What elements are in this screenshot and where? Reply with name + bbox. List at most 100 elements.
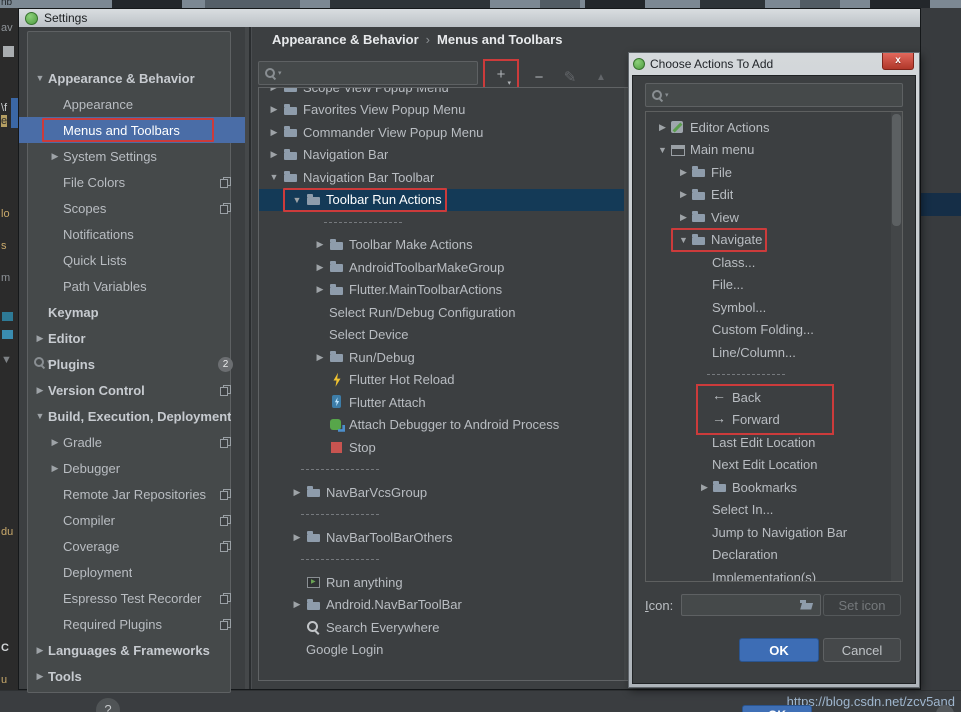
browse-folder-icon[interactable] — [799, 599, 815, 612]
tree-item-edit[interactable]: ▶Edit — [646, 184, 891, 207]
tree-item-last-edit-location[interactable]: Last Edit Location — [646, 431, 891, 454]
tree-item-remote-jar-repositories[interactable]: Remote Jar Repositories — [19, 481, 245, 507]
collapsed-arrow-icon[interactable]: ▶ — [47, 463, 63, 474]
collapsed-arrow-icon[interactable]: ▶ — [311, 284, 329, 295]
tree-item-symbol[interactable]: Symbol... — [646, 296, 891, 319]
expanded-arrow-icon[interactable]: ▼ — [655, 145, 670, 155]
partial-ok-button[interactable]: OK — [742, 705, 812, 712]
tree-item-espresso-test-recorder[interactable]: Espresso Test Recorder — [19, 585, 245, 611]
scrollbar-thumb[interactable] — [892, 114, 901, 226]
tree-item-run-anything[interactable]: Run anything — [259, 571, 624, 594]
collapsed-arrow-icon[interactable]: ▶ — [676, 189, 691, 200]
tree-item-quick-lists[interactable]: Quick Lists — [19, 247, 245, 273]
tree-item-version-control[interactable]: ▶Version Control — [19, 377, 245, 403]
dialog-scrollbar[interactable] — [891, 112, 902, 581]
tree-item-favorites-view-popup-menu[interactable]: ▶Favorites View Popup Menu — [259, 99, 624, 122]
tree-item-run-debug[interactable]: ▶Run/Debug — [259, 346, 624, 369]
collapsed-arrow-icon[interactable]: ▶ — [288, 532, 306, 543]
set-icon-button[interactable]: Set icon — [823, 594, 901, 616]
collapsed-arrow-icon[interactable]: ▶ — [311, 352, 329, 363]
tree-item-flutter-maintoolbaractions[interactable]: ▶Flutter.MainToolbarActions — [259, 279, 624, 302]
collapsed-arrow-icon[interactable]: ▶ — [697, 482, 712, 493]
help-icon[interactable]: ? — [96, 698, 120, 712]
tree-item-scopes[interactable]: Scopes — [19, 195, 245, 221]
expanded-arrow-icon[interactable]: ▼ — [32, 411, 48, 421]
tree-item-navigation-bar-toolbar[interactable]: ▼Navigation Bar Toolbar — [259, 166, 624, 189]
collapsed-arrow-icon[interactable]: ▶ — [311, 239, 329, 250]
collapsed-arrow-icon[interactable]: ▶ — [265, 127, 283, 138]
tree-item-system-settings[interactable]: ▶System Settings — [19, 143, 245, 169]
tree-item-android-navbartoolbar[interactable]: ▶Android.NavBarToolBar — [259, 594, 624, 617]
tree-item-navbarvcsgroup[interactable]: ▶NavBarVcsGroup — [259, 481, 624, 504]
settings-titlebar[interactable]: Settings — [19, 9, 920, 27]
move-up-button[interactable]: ▲ — [590, 66, 612, 88]
tree-item-deployment[interactable]: Deployment — [19, 559, 245, 585]
collapsed-arrow-icon[interactable]: ▶ — [676, 167, 691, 178]
dialog-titlebar[interactable]: Choose Actions To Add — [633, 55, 883, 73]
tree-item-navbartoolbarothers[interactable]: ▶NavBarToolBarOthers — [259, 526, 624, 549]
expanded-arrow-icon[interactable]: ▼ — [288, 195, 306, 205]
collapsed-arrow-icon[interactable]: ▶ — [265, 104, 283, 115]
tree-item-menus-and-toolbars[interactable]: Menus and Toolbars — [19, 117, 245, 143]
cancel-button[interactable]: Cancel — [823, 638, 901, 662]
tree-item-line-column[interactable]: Line/Column... — [646, 341, 891, 364]
collapsed-arrow-icon[interactable]: ▶ — [676, 212, 691, 223]
tree-item-build-execution-deployment[interactable]: ▼Build, Execution, Deployment — [19, 403, 245, 429]
main-search-field[interactable]: ▾ — [258, 61, 478, 85]
tree-item-toolbar-run-actions[interactable]: ▼Toolbar Run Actions — [259, 189, 624, 212]
collapsed-arrow-icon[interactable]: ▶ — [265, 149, 283, 160]
tree-item-attach-debugger-to-android-process[interactable]: Attach Debugger to Android Process — [259, 414, 624, 437]
collapsed-arrow-icon[interactable]: ▶ — [47, 437, 63, 448]
collapsed-arrow-icon[interactable]: ▶ — [32, 385, 48, 396]
expanded-arrow-icon[interactable]: ▼ — [32, 73, 48, 83]
remove-button[interactable]: − — [528, 66, 550, 88]
tree-item-custom-folding[interactable]: Custom Folding... — [646, 319, 891, 342]
collapsed-arrow-icon[interactable]: ▶ — [288, 599, 306, 610]
tree-item-appearance[interactable]: Appearance — [19, 91, 245, 117]
tree-item-androidtoolbarmakegroup[interactable]: ▶AndroidToolbarMakeGroup — [259, 256, 624, 279]
close-button[interactable]: x — [882, 53, 914, 70]
tree-item-commander-view-popup-menu[interactable]: ▶Commander View Popup Menu — [259, 121, 624, 144]
tree-item-google-login[interactable]: Google Login — [259, 639, 624, 662]
tree-item-select-run-debug-configuration[interactable]: Select Run/Debug Configuration — [259, 301, 624, 324]
tree-item-debugger[interactable]: ▶Debugger — [19, 455, 245, 481]
tree-item-editor[interactable]: ▶Editor — [19, 325, 245, 351]
dialog-search-field[interactable]: ▾ — [645, 83, 903, 107]
expanded-arrow-icon[interactable]: ▼ — [265, 172, 283, 182]
tree-item-bookmarks[interactable]: ▶Bookmarks — [646, 476, 891, 499]
tree-item-path-variables[interactable]: Path Variables — [19, 273, 245, 299]
breadcrumb-category[interactable]: Appearance & Behavior — [272, 32, 419, 47]
tree-item-jump-to-navigation-bar[interactable]: Jump to Navigation Bar — [646, 521, 891, 544]
add-button[interactable]: + ▾ — [490, 63, 512, 85]
collapsed-arrow-icon[interactable]: ▶ — [655, 122, 670, 133]
tree-item-select-device[interactable]: Select Device — [259, 324, 624, 347]
icon-path-input[interactable] — [687, 597, 799, 613]
tree-item-view[interactable]: ▶View — [646, 206, 891, 229]
tree-item-editor-actions[interactable]: ▶Editor Actions — [646, 116, 891, 139]
tree-item-file[interactable]: ▶File — [646, 161, 891, 184]
tree-item-declaration[interactable]: Declaration — [646, 544, 891, 567]
main-search-input[interactable] — [282, 65, 472, 81]
tree-item-required-plugins[interactable]: Required Plugins — [19, 611, 245, 637]
expanded-arrow-icon[interactable]: ▼ — [676, 235, 691, 245]
tree-item-stop[interactable]: Stop — [259, 436, 624, 459]
tree-item-tools[interactable]: ▶Tools — [19, 663, 245, 689]
tree-item-notifications[interactable]: Notifications — [19, 221, 245, 247]
tree-item-next-edit-location[interactable]: Next Edit Location — [646, 454, 891, 477]
dialog-search-input[interactable] — [669, 87, 897, 103]
tree-item-search-everywhere[interactable]: Search Everywhere — [259, 616, 624, 639]
collapsed-arrow-icon[interactable]: ▶ — [47, 151, 63, 162]
tree-item-compiler[interactable]: Compiler — [19, 507, 245, 533]
tree-item-gradle[interactable]: ▶Gradle — [19, 429, 245, 455]
collapsed-arrow-icon[interactable]: ▶ — [32, 645, 48, 656]
tree-item-plugins[interactable]: Plugins2 — [19, 351, 245, 377]
collapsed-arrow-icon[interactable]: ▶ — [32, 333, 48, 344]
edit-button[interactable]: ✎ — [559, 66, 581, 88]
collapsed-arrow-icon[interactable]: ▶ — [265, 88, 283, 93]
icon-path-field[interactable] — [681, 594, 821, 616]
tree-item-coverage[interactable]: Coverage — [19, 533, 245, 559]
tree-item-main-menu[interactable]: ▼Main menu — [646, 139, 891, 162]
tree-item-navigation-bar[interactable]: ▶Navigation Bar — [259, 144, 624, 167]
collapsed-arrow-icon[interactable]: ▶ — [288, 487, 306, 498]
tree-item-flutter-hot-reload[interactable]: Flutter Hot Reload — [259, 369, 624, 392]
